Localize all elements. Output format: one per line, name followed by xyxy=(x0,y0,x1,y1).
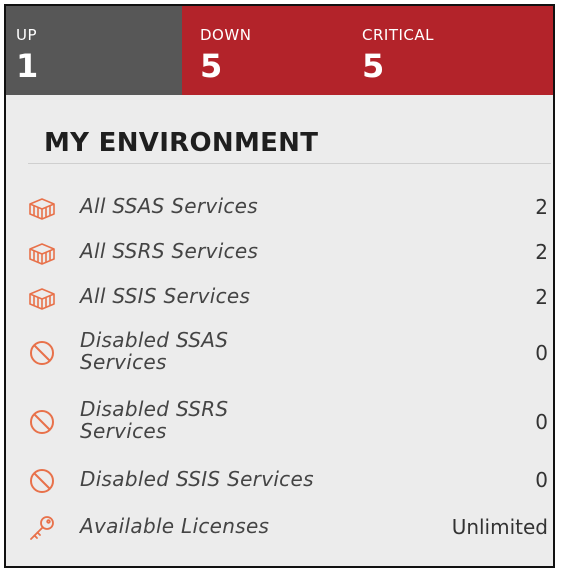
status-critical-count: 5 xyxy=(362,47,385,85)
services-box-icon xyxy=(29,288,55,310)
list-item[interactable]: All SSIS Services 2 xyxy=(28,282,548,312)
list-item[interactable]: All SSRS Services 2 xyxy=(28,237,548,267)
disabled-circle-icon xyxy=(30,341,54,365)
list-item[interactable]: Available Licenses Unlimited xyxy=(28,512,548,542)
list-item-count: 2 xyxy=(535,195,548,219)
status-up[interactable]: UP 1 xyxy=(6,6,182,95)
list-item-label: All SSIS Services xyxy=(80,284,251,308)
status-bar: UP 1 DOWN 5 CRITICAL 5 xyxy=(6,6,553,95)
status-down-count: 5 xyxy=(200,47,223,85)
disabled-circle-icon xyxy=(30,410,54,434)
list-item-label: Disabled SSAS Services xyxy=(80,328,229,374)
list-item[interactable]: Disabled SSAS Services 0 xyxy=(28,327,548,377)
list-item-count: 2 xyxy=(535,240,548,264)
list-item[interactable]: All SSAS Services 2 xyxy=(28,192,548,222)
status-up-label: UP xyxy=(16,26,38,44)
environment-panel: UP 1 DOWN 5 CRITICAL 5 MY ENVIRONMENT Al… xyxy=(4,4,555,568)
status-critical-label: CRITICAL xyxy=(362,26,434,44)
status-up-count: 1 xyxy=(16,47,39,85)
list-item-label: Disabled SSIS Services xyxy=(80,467,314,491)
list-item-count: 0 xyxy=(535,410,548,434)
list-item-label: Disabled SSRS Services xyxy=(80,397,229,443)
section-title: MY ENVIRONMENT xyxy=(44,128,319,158)
list-item-count: 0 xyxy=(535,341,548,365)
list-item-count: 2 xyxy=(535,285,548,309)
services-box-icon xyxy=(29,198,55,220)
list-item[interactable]: Disabled SSRS Services 0 xyxy=(28,396,548,446)
list-item-label: All SSAS Services xyxy=(80,194,259,218)
title-divider xyxy=(28,163,551,164)
list-item-count: 0 xyxy=(535,468,548,492)
services-box-icon xyxy=(29,243,55,265)
status-down-label: DOWN xyxy=(200,26,252,44)
list-item-count: Unlimited xyxy=(451,515,548,539)
key-icon xyxy=(30,516,54,540)
list-item[interactable]: Disabled SSIS Services 0 xyxy=(28,465,548,495)
list-item-label: All SSRS Services xyxy=(80,239,259,263)
disabled-circle-icon xyxy=(30,469,54,493)
list-item-label: Available Licenses xyxy=(80,514,270,538)
